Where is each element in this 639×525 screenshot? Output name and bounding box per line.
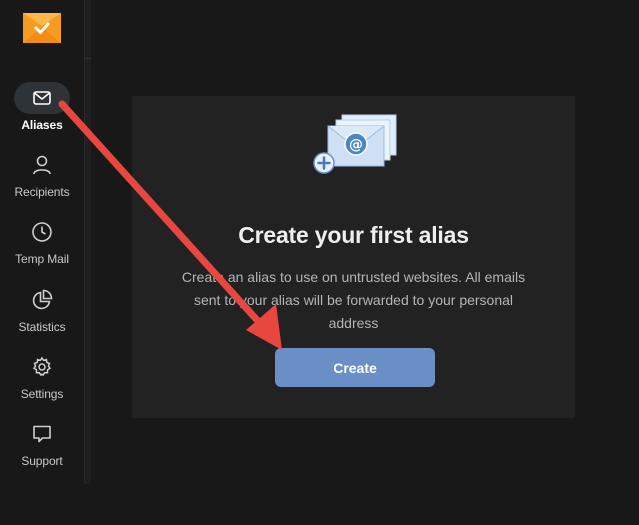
sidebar-item-label: Statistics — [18, 320, 66, 334]
app-logo[interactable] — [23, 13, 61, 43]
user-icon — [14, 149, 70, 181]
create-alias-button[interactable]: Create — [275, 348, 435, 387]
pie-chart-icon — [14, 284, 70, 316]
sidebar: Aliases Recipients Temp Mail Statistics — [0, 0, 84, 484]
sidebar-item-label: Support — [21, 454, 63, 468]
svg-text:@: @ — [349, 137, 363, 153]
sidebar-item-statistics[interactable]: Statistics — [0, 284, 84, 344]
sidebar-divider — [84, 0, 91, 484]
sidebar-item-temp-mail[interactable]: Temp Mail — [0, 216, 84, 276]
sidebar-item-settings[interactable]: Settings — [0, 351, 84, 411]
sidebar-item-recipients[interactable]: Recipients — [0, 149, 84, 209]
mail-icon — [14, 82, 70, 114]
empty-state-title: Create your first alias — [238, 222, 469, 248]
sidebar-item-aliases[interactable]: Aliases — [0, 82, 84, 142]
chat-bubble-icon — [14, 418, 70, 450]
sidebar-item-label: Temp Mail — [15, 252, 69, 266]
sidebar-item-label: Recipients — [14, 185, 70, 199]
empty-state-card: @ Create your first alias Create an alia… — [132, 96, 575, 418]
sidebar-item-label: Aliases — [21, 118, 63, 132]
empty-state-description: Create an alias to use on untrusted webs… — [181, 269, 526, 331]
gear-icon — [14, 351, 70, 383]
clock-icon — [14, 216, 70, 248]
sidebar-item-label: Settings — [20, 387, 64, 401]
envelope-at-add-icon: @ — [313, 114, 397, 174]
sidebar-item-support[interactable]: Support — [0, 418, 84, 478]
